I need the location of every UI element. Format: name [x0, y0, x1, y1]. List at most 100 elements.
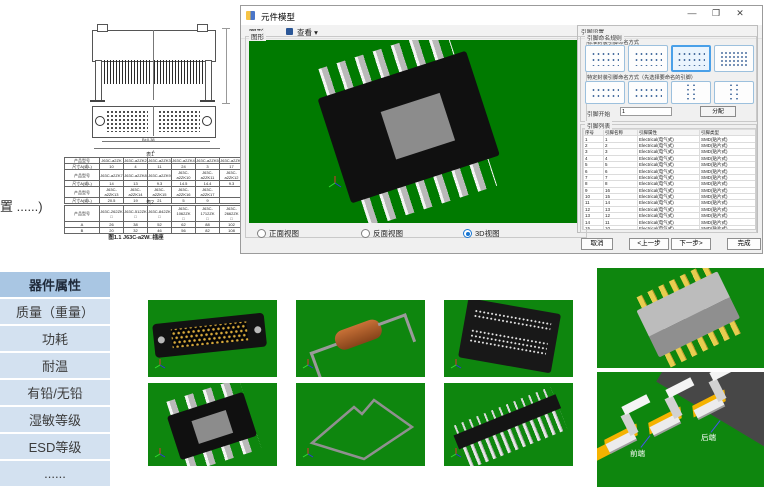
- connector-drawing: B±0.38 A 表1 产品型号J63C-a2ZKJ63C-a2ZK2J63C-…: [30, 0, 242, 252]
- pin-pattern-icon: [720, 51, 748, 66]
- drawing-table-cell: J63C-a2ZK11: [196, 170, 220, 181]
- drawing-table-cell: 产品型号: [65, 206, 100, 222]
- drawing-table-cell: 产品型号: [65, 187, 100, 198]
- property-menu-item[interactable]: 器件属性: [0, 272, 110, 297]
- naming-rule-label: 引脚命名规则: [585, 33, 624, 42]
- board-outline-shape: [296, 383, 425, 466]
- property-menu-item[interactable]: ESD等级: [0, 434, 110, 459]
- drawing-table-cell: J63C-a2ZK5: [196, 158, 220, 164]
- property-menu-item[interactable]: 质量（重量）: [0, 299, 110, 324]
- radio-3d-view[interactable]: 3D视图: [463, 228, 500, 239]
- pin-pattern-icon: [591, 87, 619, 99]
- property-menu-item[interactable]: 有铅/无铅: [0, 380, 110, 405]
- dialog-footer-button[interactable]: 取消: [581, 238, 613, 250]
- close-button[interactable]: ✕: [729, 8, 751, 19]
- viewport-group-label: 图形: [249, 31, 266, 41]
- drawing-table-cell: J63C-a2ZK15: [148, 187, 172, 198]
- drawing-table-cell: J63C-a2ZK13: [100, 187, 124, 198]
- drawing-mounting-hole: [95, 116, 105, 126]
- pin-pattern-icon: [634, 51, 662, 66]
- axis-icon: [327, 175, 343, 191]
- property-menu-item[interactable]: 湿敏等级: [0, 407, 110, 432]
- tile-pin-header-3d: [444, 383, 573, 466]
- specific-naming-button[interactable]: [628, 81, 668, 104]
- radio-icon: [361, 229, 370, 238]
- drawing-table-cell: 产品型号: [65, 170, 100, 181]
- drawing-contact-grid: [106, 110, 148, 132]
- pin-pattern-icon: [634, 87, 662, 99]
- drawing-tab: [97, 24, 108, 32]
- radio-label: 正面视图: [269, 228, 299, 239]
- drawing-table-cell: J63C-a2ZK2: [124, 158, 148, 164]
- minimize-button[interactable]: —: [681, 8, 703, 18]
- tile-bga-3d: [444, 300, 573, 377]
- drawing-pin-block: [154, 60, 206, 84]
- tile-connector-3d: [148, 300, 277, 377]
- leader-line: [710, 420, 720, 432]
- drawing-table-cell: J63C-a2ZK9: [148, 170, 172, 181]
- specific-naming-button[interactable]: [714, 81, 754, 104]
- drawing-table-cell: J63C-a2ZK4: [172, 158, 196, 164]
- drawing-table-cell: J63C-a2ZK17: [196, 187, 220, 198]
- document-text-fragment: 置 ......): [0, 196, 43, 215]
- specific-naming-label: 特定封装引脚命名方式（先选择要命名的引脚）: [587, 74, 696, 81]
- radio-icon: [257, 229, 266, 238]
- standard-naming-button[interactable]: [714, 45, 754, 72]
- tile-resistor-3d: [296, 300, 425, 377]
- standard-naming-button[interactable]: [585, 45, 625, 72]
- drawing-table-2: 产品型号J63C-262ZK □J63C-512ZK □J63C-842ZK □…: [64, 205, 244, 234]
- axis-icon: [449, 447, 463, 461]
- tssop-chip-3d: [290, 40, 528, 223]
- drawing-mounting-hole: [202, 116, 212, 126]
- drawing-table-1: 产品型号J63C-a2ZKJ63C-a2ZK2J63C-a2ZK3J63C-a2…: [64, 157, 244, 204]
- app-icon: [246, 11, 255, 20]
- axis-icon: [301, 447, 315, 461]
- tile-outline-3d: [296, 383, 425, 466]
- radio-front-view[interactable]: 正面视图: [257, 228, 299, 239]
- drawing-pin-block: [98, 60, 150, 84]
- specific-naming-button[interactable]: [585, 81, 625, 104]
- radio-icon: [463, 229, 472, 238]
- dialog-footer-button[interactable]: 下一步>: [671, 238, 711, 250]
- pin-list-label: 引脚列表: [585, 121, 612, 130]
- property-menu-item[interactable]: ......: [0, 461, 110, 486]
- pin-pattern-icon: [685, 83, 697, 102]
- radio-label: 3D视图: [475, 228, 500, 239]
- drawing-table-cell: J63C-842ZK □: [148, 206, 172, 222]
- pin-table-row[interactable]: 1510Electrical(电气式)SMD(贴片式): [584, 225, 756, 230]
- radio-label: 反面视图: [373, 228, 403, 239]
- standard-naming-button[interactable]: [628, 45, 668, 72]
- viewport-3d[interactable]: [249, 40, 577, 223]
- pin-start-label: 引脚开始: [587, 109, 610, 118]
- front-end-label: 前端: [630, 448, 645, 459]
- dialog-footer-button[interactable]: 完成: [727, 238, 761, 250]
- axis-icon: [449, 358, 463, 372]
- pin-table-container[interactable]: 序号 引脚名称 引脚属性 引脚类型 11Electrical(电气式)SMD(贴…: [582, 128, 756, 230]
- tile-tssop-3d: [148, 383, 277, 466]
- drawing-post: [95, 60, 102, 102]
- dialog-titlebar[interactable]: 元件模型 — ❐ ✕: [241, 6, 762, 25]
- radio-back-view[interactable]: 反面视图: [361, 228, 403, 239]
- drawing-table-cell: J63C-a2ZK14: [124, 187, 148, 198]
- assign-button[interactable]: 分配: [700, 106, 736, 117]
- back-end-label: 后端: [701, 432, 716, 443]
- drawing-table-cell: J63C-a2ZK16: [172, 187, 196, 198]
- pin-table: 序号 引脚名称 引脚属性 引脚类型 11Electrical(电气式)SMD(贴…: [583, 129, 756, 230]
- dialog-footer-button[interactable]: <上一步: [629, 238, 669, 250]
- tile-pad-closeup-3d: 前端 后端: [597, 372, 764, 487]
- drawing-side-view-body: [92, 30, 216, 62]
- pin-settings-panel: 引脚设置 引脚命名规则 标准封装引脚命名方式 特定封装引脚命名方式（先选择要命名…: [577, 25, 758, 233]
- pin-pattern-icon: [677, 51, 705, 66]
- property-menu-item[interactable]: 耐温: [0, 353, 110, 378]
- dialog-title: 元件模型: [261, 11, 295, 23]
- drawing-table-cell: J63C-262ZK □: [100, 206, 124, 222]
- property-menu-item[interactable]: 功耗: [0, 326, 110, 351]
- axis-icon: [153, 358, 167, 372]
- property-menu: 器件属性质量（重量）功耗耐温有铅/无铅湿敏等级ESD等级......: [0, 272, 110, 487]
- drawing-tab: [197, 24, 208, 32]
- pin-start-input[interactable]: [620, 107, 672, 116]
- drawing-table-cell: J63C-a2ZK8: [124, 170, 148, 181]
- specific-naming-button[interactable]: [671, 81, 711, 104]
- standard-naming-button[interactable]: [671, 45, 711, 72]
- maximize-button[interactable]: ❐: [705, 8, 727, 19]
